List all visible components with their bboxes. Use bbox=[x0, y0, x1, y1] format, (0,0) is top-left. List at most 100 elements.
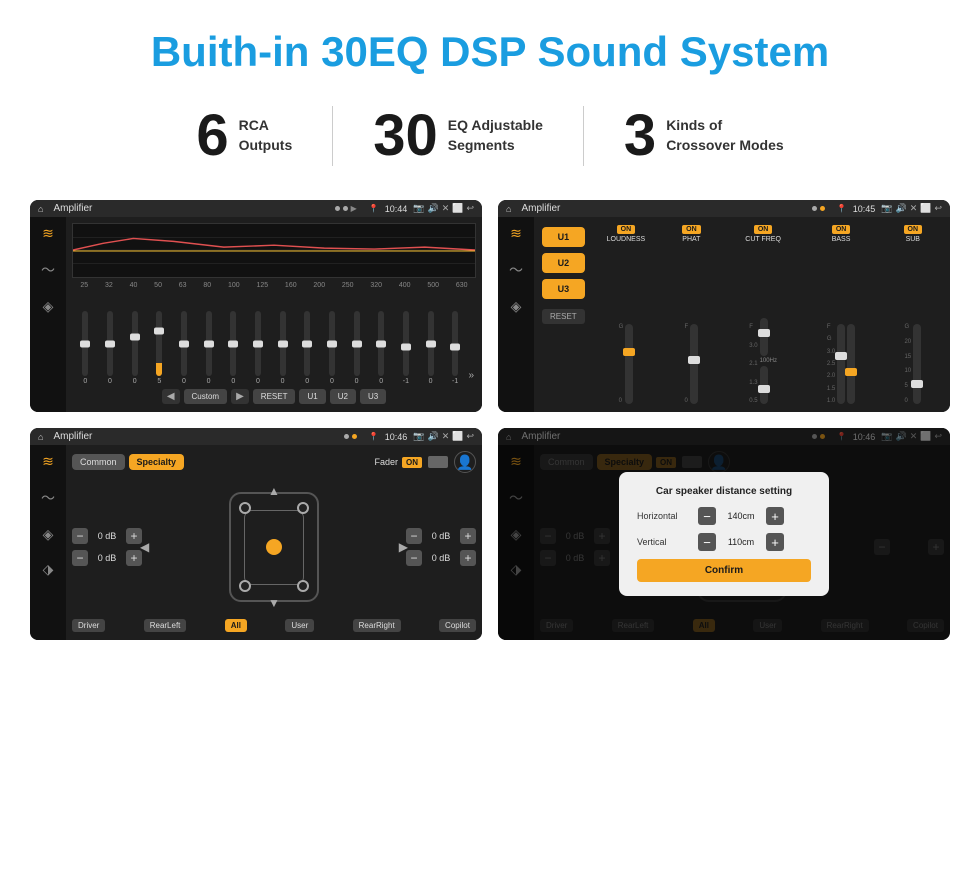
eq-slider-7[interactable]: 0 bbox=[247, 309, 270, 385]
fader-sidebar-speaker[interactable]: ◈ bbox=[43, 526, 54, 543]
cutfreq-slider-f[interactable] bbox=[760, 318, 768, 356]
eq-slider-4[interactable]: 0 bbox=[173, 309, 196, 385]
fader-screen-content: ≋ 〜 ◈ ⬗ Common Specialty Fader ON 👤 bbox=[30, 445, 482, 640]
phat-on[interactable]: ON bbox=[682, 225, 701, 234]
dialog-overlay: Car speaker distance setting Horizontal … bbox=[498, 428, 950, 640]
vertical-plus-btn[interactable]: + bbox=[766, 533, 784, 551]
sub-on[interactable]: ON bbox=[904, 225, 923, 234]
arrow-right-icon-2[interactable]: ▶ bbox=[399, 540, 408, 554]
eq-freq-labels: 2532405063 80100125160200 25032040050063… bbox=[72, 282, 476, 289]
home-icon-3[interactable]: ⌂ bbox=[38, 432, 43, 442]
arrow-up-icon[interactable]: ▲ bbox=[268, 484, 280, 498]
sub-label: SUB bbox=[906, 236, 920, 243]
eq-slider-13[interactable]: -1 bbox=[395, 309, 418, 385]
all-btn[interactable]: All bbox=[225, 619, 247, 632]
eq-slider-10[interactable]: 0 bbox=[321, 309, 344, 385]
eq-slider-12[interactable]: 0 bbox=[370, 309, 393, 385]
preset-u1[interactable]: U1 bbox=[542, 227, 585, 247]
u3-btn[interactable]: U3 bbox=[360, 389, 386, 404]
reset-btn[interactable]: RESET bbox=[253, 389, 296, 404]
horizontal-minus-btn[interactable]: − bbox=[698, 507, 716, 525]
cutfreq-slider-g[interactable] bbox=[760, 366, 768, 404]
eq-graph bbox=[72, 223, 476, 278]
db-plus-tr[interactable]: + bbox=[460, 528, 476, 544]
eq-status-bar: ⌂ Amplifier ▶ 📍 10:44 📷 🔊 ✕ ⬜ ↩ bbox=[30, 200, 482, 217]
driver-btn[interactable]: Driver bbox=[72, 619, 105, 632]
cutfreq-freq-label: 100Hz bbox=[760, 358, 777, 364]
phat-scale: F0 bbox=[685, 324, 689, 404]
bass-on[interactable]: ON bbox=[832, 225, 851, 234]
eq-slider-15[interactable]: -1 bbox=[444, 309, 467, 385]
next-arrow[interactable]: ▶ bbox=[231, 389, 249, 404]
stat-eq: 30 EQ AdjustableSegments bbox=[333, 107, 583, 165]
user-btn[interactable]: User bbox=[285, 619, 314, 632]
copilot-btn[interactable]: Copilot bbox=[439, 619, 476, 632]
db-minus-tr[interactable]: − bbox=[406, 528, 422, 544]
fader-sidebar-eq[interactable]: ≋ bbox=[42, 453, 54, 470]
fader-screen-title: Amplifier bbox=[53, 431, 337, 442]
arrow-right-icon[interactable]: » bbox=[469, 370, 475, 385]
fader-person-icon[interactable]: 👤 bbox=[454, 451, 476, 473]
eq-slider-3[interactable]: 5 bbox=[148, 309, 171, 385]
crossover-sidebar-wave[interactable]: 〜 bbox=[509, 260, 523, 280]
home-icon[interactable]: ⌂ bbox=[38, 204, 43, 214]
fader-sidebar-wave[interactable]: 〜 bbox=[41, 488, 55, 508]
vertical-minus-btn[interactable]: − bbox=[698, 533, 716, 551]
eq-slider-1[interactable]: 0 bbox=[99, 309, 122, 385]
back-icon-3[interactable]: ↩ bbox=[466, 431, 474, 442]
u1-btn[interactable]: U1 bbox=[299, 389, 325, 404]
db-minus-tl[interactable]: − bbox=[72, 528, 88, 544]
rearleft-btn[interactable]: RearLeft bbox=[144, 619, 187, 632]
sub-slider[interactable] bbox=[913, 324, 921, 404]
preset-u2[interactable]: U2 bbox=[542, 253, 585, 273]
back-icon-2[interactable]: ↩ bbox=[934, 203, 942, 214]
stat-crossover-number: 3 bbox=[624, 107, 656, 165]
db-value-bl: 0 dB bbox=[92, 553, 122, 563]
eq-slider-5[interactable]: 0 bbox=[197, 309, 220, 385]
car-body bbox=[229, 492, 319, 602]
bass-slider-1[interactable] bbox=[837, 324, 845, 404]
loudness-on[interactable]: ON bbox=[617, 225, 636, 234]
rearright-btn[interactable]: RearRight bbox=[353, 619, 401, 632]
arrow-left-icon[interactable]: ◀ bbox=[140, 540, 149, 554]
eq-slider-9[interactable]: 0 bbox=[296, 309, 319, 385]
crossover-dots bbox=[812, 206, 825, 211]
home-icon-2[interactable]: ⌂ bbox=[506, 204, 511, 214]
eq-slider-14[interactable]: 0 bbox=[419, 309, 442, 385]
specialty-tab[interactable]: Specialty bbox=[129, 454, 185, 470]
bass-slider-2[interactable] bbox=[847, 324, 855, 404]
eq-slider-6[interactable]: 0 bbox=[222, 309, 245, 385]
fader-main-content: Common Specialty Fader ON 👤 − 0 dB + bbox=[66, 445, 482, 640]
eq-sidebar-wave[interactable]: 〜 bbox=[41, 260, 55, 280]
eq-slider-0[interactable]: 0 bbox=[74, 309, 97, 385]
prev-arrow[interactable]: ◀ bbox=[162, 389, 180, 404]
u2-btn[interactable]: U2 bbox=[330, 389, 356, 404]
confirm-button[interactable]: Confirm bbox=[637, 559, 811, 582]
loudness-slider[interactable] bbox=[625, 324, 633, 404]
phat-slider[interactable] bbox=[690, 324, 698, 404]
back-icon[interactable]: ↩ bbox=[466, 203, 474, 214]
fader-center-dot[interactable] bbox=[266, 539, 282, 555]
db-minus-br[interactable]: − bbox=[406, 550, 422, 566]
crossover-sidebar-eq[interactable]: ≋ bbox=[510, 225, 522, 242]
eq-status-icons: 📷 🔊 ✕ ⬜ ↩ bbox=[413, 203, 474, 214]
fader-on-badge[interactable]: ON bbox=[402, 457, 422, 468]
eq-slider-8[interactable]: 0 bbox=[271, 309, 294, 385]
fader-sidebar-arrows[interactable]: ⬗ bbox=[43, 561, 54, 578]
dot-5 bbox=[344, 434, 349, 439]
common-tab[interactable]: Common bbox=[72, 454, 125, 470]
arrow-down-icon[interactable]: ▼ bbox=[268, 596, 280, 610]
custom-btn[interactable]: Custom bbox=[184, 389, 228, 404]
camera-icon-2: 📷 bbox=[881, 203, 892, 214]
crossover-sidebar-speaker[interactable]: ◈ bbox=[511, 298, 522, 315]
preset-u3[interactable]: U3 bbox=[542, 279, 585, 299]
eq-slider-2[interactable]: 0 bbox=[123, 309, 146, 385]
horizontal-plus-btn[interactable]: + bbox=[766, 507, 784, 525]
db-plus-br[interactable]: + bbox=[460, 550, 476, 566]
db-minus-bl[interactable]: − bbox=[72, 550, 88, 566]
crossover-reset[interactable]: RESET bbox=[542, 309, 585, 324]
eq-slider-11[interactable]: 0 bbox=[345, 309, 368, 385]
eq-sidebar-eq[interactable]: ≋ bbox=[42, 225, 54, 242]
cutfreq-on[interactable]: ON bbox=[754, 225, 773, 234]
eq-sidebar-speaker[interactable]: ◈ bbox=[43, 298, 54, 315]
